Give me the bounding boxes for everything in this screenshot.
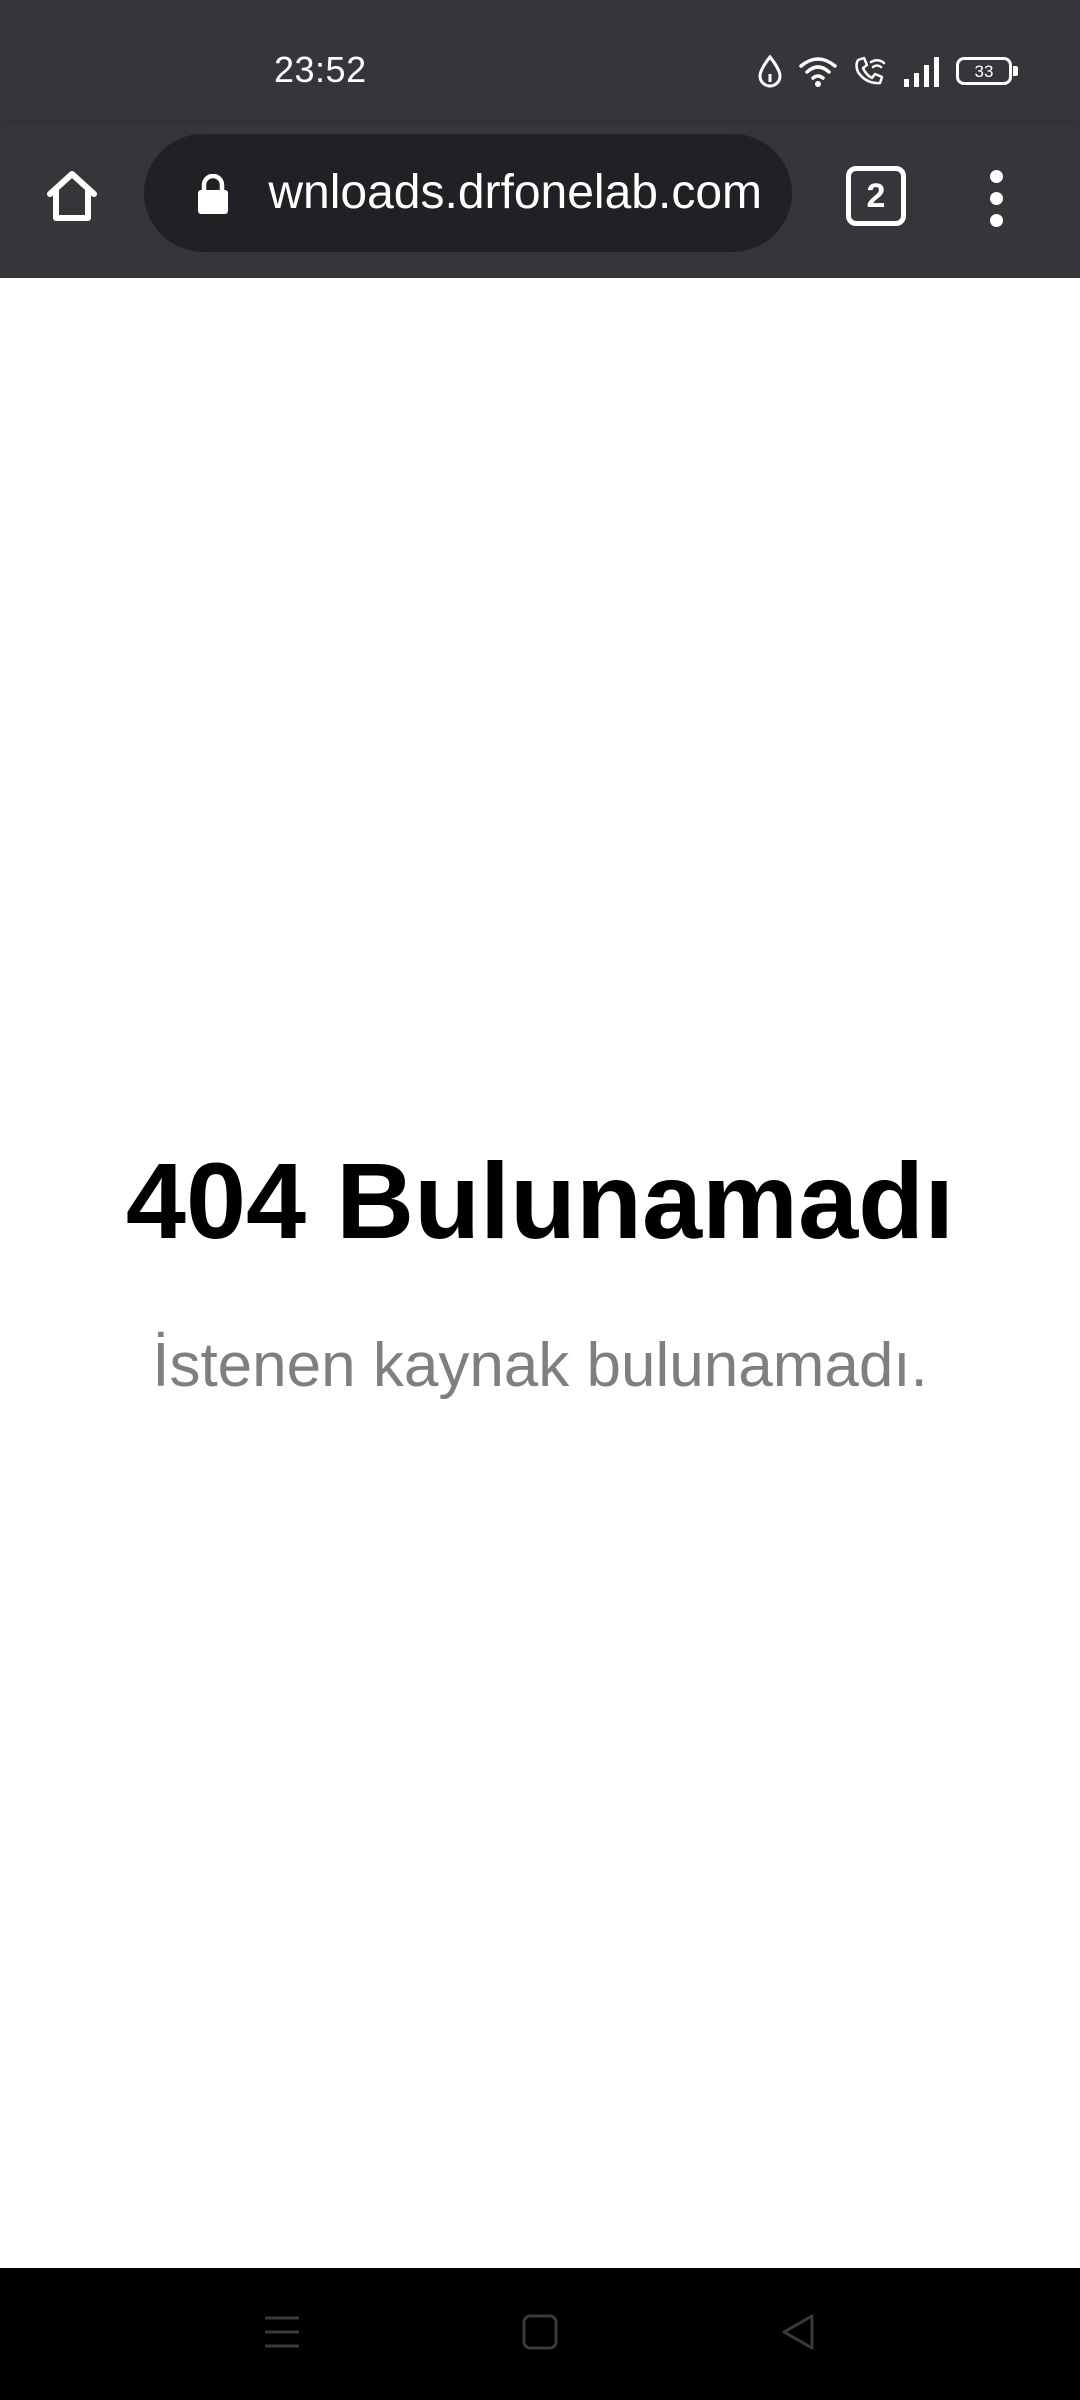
battery-level: 33 bbox=[974, 61, 994, 81]
more-vert-icon bbox=[989, 169, 1003, 183]
signal-icon bbox=[902, 55, 942, 87]
address-bar[interactable]: downloads.drfonelab.com bbox=[144, 134, 792, 252]
menu-icon bbox=[262, 2312, 302, 2357]
more-vert-dot bbox=[989, 213, 1003, 227]
tab-count: 2 bbox=[866, 176, 886, 215]
home-icon bbox=[42, 166, 102, 231]
browser-screen: 23:52 33 downloads.drfonelab.com 2 404 B… bbox=[0, 0, 1080, 2400]
wifi-icon bbox=[798, 54, 838, 88]
navigation-bar bbox=[0, 2268, 1080, 2400]
lock-icon bbox=[196, 173, 230, 214]
status-icons: 33 bbox=[756, 50, 1018, 92]
battery-icon: 33 bbox=[956, 57, 1018, 85]
status-time: 23:52 bbox=[274, 49, 367, 90]
square-home-icon bbox=[520, 2312, 560, 2357]
recents-button[interactable] bbox=[242, 2298, 322, 2370]
overflow-menu-button[interactable] bbox=[966, 158, 1026, 238]
back-button[interactable] bbox=[758, 2298, 838, 2370]
status-bar: 23:52 33 bbox=[0, 0, 1080, 122]
data-saver-icon bbox=[756, 54, 784, 88]
url-container: downloads.drfonelab.com bbox=[268, 134, 762, 252]
page-content: 404 Bulunamadı İstenen kaynak bulunamadı… bbox=[0, 278, 1080, 2268]
home-button[interactable] bbox=[36, 162, 108, 234]
wifi-calling-icon bbox=[852, 54, 888, 88]
url-text: downloads.drfonelab.com bbox=[268, 166, 762, 219]
tab-switcher-button[interactable]: 2 bbox=[846, 166, 906, 226]
browser-toolbar: downloads.drfonelab.com 2 bbox=[0, 122, 1080, 278]
back-icon bbox=[778, 2312, 818, 2357]
nav-home-button[interactable] bbox=[500, 2298, 580, 2370]
error-message: İstenen kaynak bulunamadı. bbox=[152, 1331, 928, 1400]
more-vert-dot bbox=[989, 191, 1003, 205]
page-title: 404 Bulunamadı bbox=[125, 1140, 955, 1261]
